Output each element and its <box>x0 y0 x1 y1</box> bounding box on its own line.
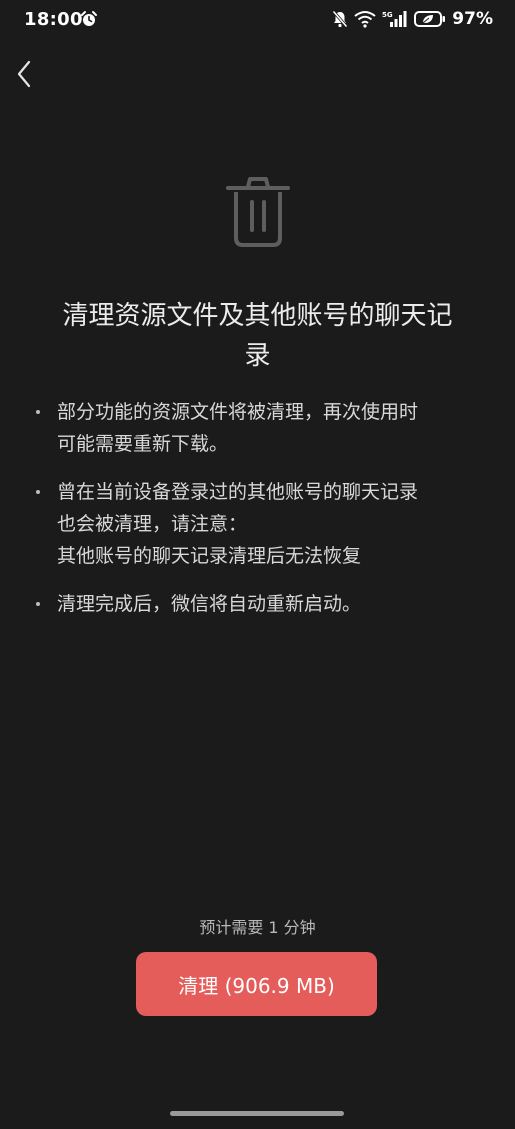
status-icons: 5G 97% <box>332 8 493 30</box>
notice-line: 其他账号的聊天记录清理后无法恢复 <box>57 545 362 567</box>
back-icon <box>17 60 31 88</box>
bullet-dot <box>36 602 40 606</box>
alarm-icon <box>81 11 97 26</box>
battery-saver-icon <box>414 11 446 27</box>
home-indicator[interactable] <box>170 1111 344 1116</box>
notice-line: 部分功能的资源文件将被清理，再次使用时 <box>57 401 419 423</box>
bullet-dot <box>36 490 40 494</box>
notice-item-restart: 清理完成后，微信将自动重新启动。 <box>30 588 490 620</box>
title-line: 录 <box>244 341 271 371</box>
notice-line: 也会被清理，请注意： <box>57 513 248 535</box>
back-button[interactable] <box>10 58 38 90</box>
clean-button[interactable]: 清理 (906.9 MB) <box>136 952 377 1016</box>
notice-line: 曾在当前设备登录过的其他账号的聊天记录 <box>57 481 419 503</box>
trash-icon <box>226 177 290 247</box>
bullet-dot <box>36 410 40 414</box>
signal-icon: 5G <box>382 11 407 27</box>
battery-percent: 97% <box>452 9 493 29</box>
notice-list: 部分功能的资源文件将被清理，再次使用时 可能需要重新下载。 曾在当前设备登录过的… <box>30 396 490 636</box>
mute-icon <box>332 10 348 28</box>
wifi-icon <box>354 11 376 28</box>
notice-line: 可能需要重新下载。 <box>57 433 229 455</box>
estimate-text: 预计需要 1 分钟 <box>199 918 316 937</box>
status-time: 18:00 <box>24 9 83 30</box>
notice-item-other-accounts: 曾在当前设备登录过的其他账号的聊天记录 也会被清理，请注意： 其他账号的聊天记录… <box>30 476 490 572</box>
title-line: 清理资源文件及其他账号的聊天记 <box>62 301 453 331</box>
notice-line: 清理完成后，微信将自动重新启动。 <box>57 593 362 615</box>
svg-text:5G: 5G <box>382 11 393 19</box>
page-title: 清理资源文件及其他账号的聊天记 录 <box>30 296 485 376</box>
status-bar: 18:00 5G 97% <box>0 0 515 40</box>
notice-item-resources: 部分功能的资源文件将被清理，再次使用时 可能需要重新下载。 <box>30 396 490 460</box>
